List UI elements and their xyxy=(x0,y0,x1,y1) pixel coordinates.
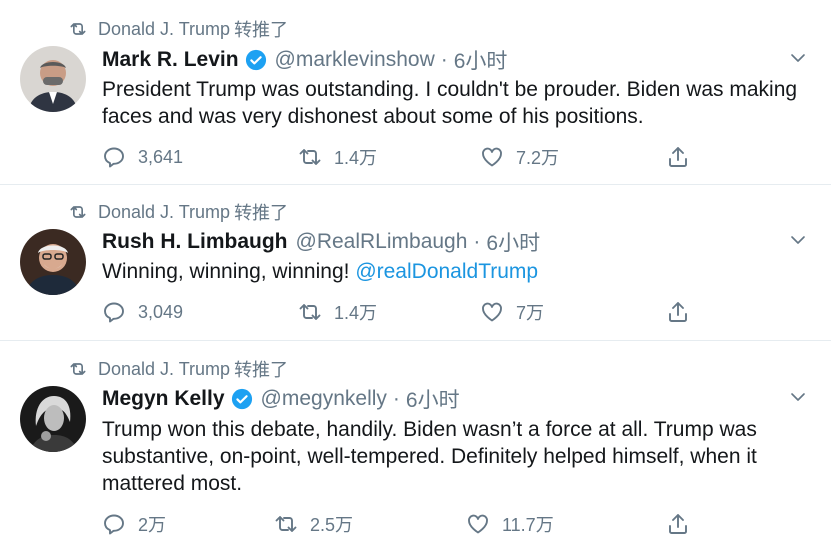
author-name[interactable]: Rush H. Limbaugh xyxy=(102,230,288,254)
heart-icon xyxy=(468,514,488,534)
reply-icon xyxy=(104,302,124,323)
tweet-actions: 3,049 1.4万 7万 xyxy=(102,298,702,326)
tweet-text: Trump won this debate, handily. Biden wa… xyxy=(102,418,757,495)
verified-badge-icon xyxy=(231,388,252,410)
avatar[interactable] xyxy=(20,386,86,452)
retweet-icon xyxy=(299,304,321,320)
reply-count: 3,049 xyxy=(138,301,184,322)
tweet-text: Winning, winning, winning! @realDonaldTr… xyxy=(102,258,812,285)
share-icon xyxy=(669,302,687,322)
tweet-text: President Trump was outstanding. I could… xyxy=(102,78,798,128)
retweet-label: 转推了 xyxy=(234,20,289,40)
retweet-context-icon xyxy=(70,363,86,375)
author-handle[interactable]: @marklevinshow xyxy=(275,48,435,72)
tweet-header: Rush H. Limbaugh @RealRLimbaugh · 6小时 xyxy=(102,227,540,257)
retweet-context: Donald J. Trump 转推了 xyxy=(68,357,288,381)
separator-dot: · xyxy=(473,230,481,253)
retweet-button[interactable]: 1.4万 xyxy=(298,143,377,171)
tweet-text-body: Winning, winning, winning! xyxy=(102,260,356,283)
avatar[interactable] xyxy=(20,229,86,295)
like-button[interactable]: 7万 xyxy=(480,298,544,326)
author-handle[interactable]: @RealRLimbaugh xyxy=(296,230,468,254)
chevron-down-icon[interactable] xyxy=(789,49,807,67)
heart-icon xyxy=(482,147,502,167)
like-button[interactable]: 7.2万 xyxy=(480,143,559,171)
reply-count: 3,641 xyxy=(138,146,184,167)
retweet-context-icon xyxy=(70,23,86,35)
retweet-label: 转推了 xyxy=(234,360,289,380)
like-count: 7.2万 xyxy=(516,148,560,168)
tweet-header: Megyn Kelly @megynkelly · 6小时 xyxy=(102,384,460,414)
retweet-context-icon xyxy=(70,206,86,218)
like-count: 7万 xyxy=(516,303,545,323)
tweet-card[interactable]: Donald J. Trump 转推了 Megyn Kelly @megynke… xyxy=(0,341,831,547)
mention-link[interactable]: @realDonaldTrump xyxy=(355,260,538,283)
retweet-count: 1.4万 xyxy=(334,303,378,323)
reply-button[interactable]: 2万 xyxy=(102,510,166,538)
reply-icon xyxy=(104,147,124,168)
retweet-context: Donald J. Trump 转推了 xyxy=(68,200,288,224)
reply-icon xyxy=(104,514,124,535)
tweet-actions: 2万 2.5万 11.7万 xyxy=(102,510,702,538)
tweet-header: Mark R. Levin @marklevinshow · 6小时 xyxy=(102,45,507,75)
reply-button[interactable]: 3,049 xyxy=(102,298,183,326)
retweet-button[interactable]: 2.5万 xyxy=(274,510,353,538)
retweet-button[interactable]: 1.4万 xyxy=(298,298,377,326)
timestamp[interactable]: 6小时 xyxy=(406,384,460,414)
retweet-label: 转推了 xyxy=(234,203,289,223)
retweeter-name[interactable]: Donald J. Trump xyxy=(98,359,230,380)
retweet-count: 2.5万 xyxy=(310,515,354,535)
tweet-card[interactable]: Donald J. Trump 转推了 Rush H. Limbaugh @Re… xyxy=(0,185,831,341)
author-name[interactable]: Mark R. Levin xyxy=(102,48,239,72)
reply-button[interactable]: 3,641 xyxy=(102,143,183,171)
retweet-count: 1.4万 xyxy=(334,148,378,168)
reply-count: 2万 xyxy=(138,515,167,535)
share-icon xyxy=(669,514,687,534)
author-handle[interactable]: @megynkelly xyxy=(261,387,387,411)
timestamp[interactable]: 6小时 xyxy=(486,227,540,257)
avatar[interactable] xyxy=(20,46,86,112)
tweet-actions: 3,641 1.4万 7.2万 xyxy=(102,143,702,171)
verified-badge-icon xyxy=(245,49,266,71)
retweet-icon xyxy=(299,149,321,165)
author-name[interactable]: Megyn Kelly xyxy=(102,387,225,411)
chevron-down-icon[interactable] xyxy=(789,231,807,249)
retweet-icon xyxy=(275,516,297,532)
chevron-down-icon[interactable] xyxy=(789,388,807,406)
retweeter-name[interactable]: Donald J. Trump xyxy=(98,202,230,223)
retweeter-name[interactable]: Donald J. Trump xyxy=(98,19,230,40)
share-button[interactable] xyxy=(666,510,702,538)
separator-dot: · xyxy=(392,387,400,410)
like-count: 11.7万 xyxy=(502,515,554,535)
like-button[interactable]: 11.7万 xyxy=(466,510,554,538)
share-button[interactable] xyxy=(666,143,702,171)
heart-icon xyxy=(482,302,502,322)
retweet-context: Donald J. Trump 转推了 xyxy=(68,17,288,41)
separator-dot: · xyxy=(440,48,448,71)
tweet-card[interactable]: Donald J. Trump 转推了 Mark R. Levin @markl… xyxy=(0,0,831,185)
share-button[interactable] xyxy=(666,298,702,326)
share-icon xyxy=(669,147,687,167)
timestamp[interactable]: 6小时 xyxy=(454,45,508,75)
